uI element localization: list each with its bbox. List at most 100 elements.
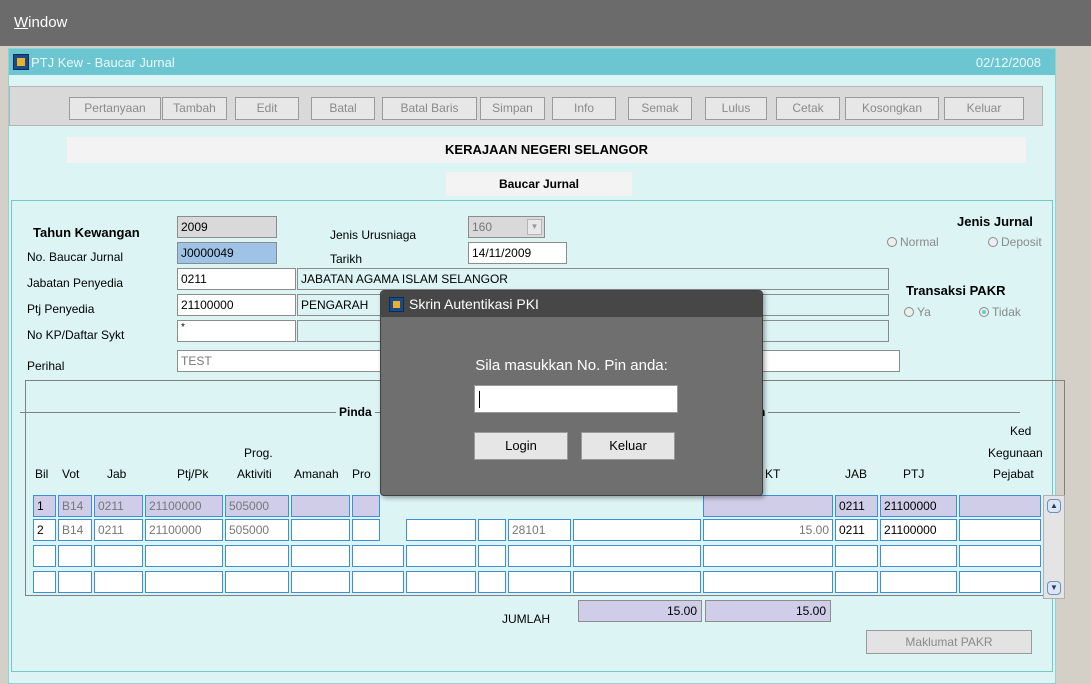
table-row-4-bil[interactable] [33, 571, 56, 593]
table-row-1-jab2[interactable]: 0211 [835, 495, 878, 517]
cetak-button[interactable]: Cetak [776, 97, 840, 120]
radio-deposit[interactable]: Deposit [988, 235, 1042, 249]
table-row-4-ptj2[interactable] [880, 571, 957, 593]
pertanyaan-button[interactable]: Pertanyaan [69, 97, 161, 120]
ptj-label: Ptj Penyedia [27, 302, 95, 316]
table-row-4-jab[interactable] [94, 571, 143, 593]
table-row-4-prog[interactable] [225, 571, 289, 593]
radio-tidak[interactable]: Tidak [979, 305, 1021, 319]
table-row-3-kod[interactable] [508, 545, 571, 567]
table-row-1-amount[interactable] [703, 495, 833, 517]
window-titlebar: PTJ Kew - Baucar Jurnal 02/12/2008 [9, 49, 1055, 75]
dialog-message: Sila masukkan No. Pin anda: [475, 357, 668, 374]
scroll-down-icon[interactable]: ▼ [1047, 581, 1061, 595]
table-row-4-vot[interactable] [58, 571, 92, 593]
grid-scrollbar[interactable]: ▲ ▼ [1043, 495, 1065, 599]
table-row-4-jab2[interactable] [835, 571, 878, 593]
table-row-4-kod[interactable] [508, 571, 571, 593]
edit-button[interactable]: Edit [235, 97, 299, 120]
radio-normal[interactable]: Normal [887, 235, 939, 249]
jumlah-label: JUMLAH [502, 612, 551, 626]
table-row-4-c11[interactable] [573, 571, 701, 593]
table-row-2-pro[interactable] [352, 519, 380, 541]
col-prog-1: Prog. [244, 446, 273, 460]
table-row-3-amount[interactable] [703, 545, 833, 567]
form-banner: Baucar Jurnal [446, 172, 632, 196]
chevron-down-icon[interactable]: ▼ [527, 219, 542, 235]
radio-icon [988, 237, 998, 247]
table-row-3-prog[interactable] [225, 545, 289, 567]
radio-ya[interactable]: Ya [904, 305, 931, 319]
login-button[interactable]: Login [474, 432, 568, 460]
table-row-4-c9[interactable] [478, 571, 506, 593]
pin-input[interactable] [474, 385, 678, 413]
table-row-4-c8[interactable] [406, 571, 476, 593]
batal-button[interactable]: Batal [311, 97, 375, 120]
table-row-4-ptj[interactable] [145, 571, 223, 593]
tambah-button[interactable]: Tambah [162, 97, 227, 120]
table-row-2-jab[interactable]: 0211 [94, 519, 143, 541]
kp-field[interactable]: * [177, 320, 296, 342]
table-row-3-bil[interactable] [33, 545, 56, 567]
table-row-1-ptj[interactable]: 21100000 [145, 495, 223, 517]
menu-window[interactable]: Window [14, 14, 67, 31]
scroll-up-icon[interactable]: ▲ [1047, 499, 1061, 513]
table-row-1-amanah[interactable] [291, 495, 350, 517]
batal-baris-button[interactable]: Batal Baris [382, 97, 477, 120]
table-row-1-prog[interactable]: 505000 [225, 495, 289, 517]
table-row-3-ptj2[interactable] [880, 545, 957, 567]
table-row-3-c9[interactable] [478, 545, 506, 567]
table-row-1-ptj2[interactable]: 21100000 [880, 495, 957, 517]
tarikh-field[interactable]: 14/11/2009 [468, 242, 567, 264]
table-row-1-jab[interactable]: 0211 [94, 495, 143, 517]
table-row-2-bil[interactable]: 2 [33, 519, 56, 541]
table-row-1-vot[interactable]: B14 [58, 495, 92, 517]
dialog-keluar-button[interactable]: Keluar [581, 432, 675, 460]
table-row-2-ptj[interactable]: 21100000 [145, 519, 223, 541]
table-row-2-prog[interactable]: 505000 [225, 519, 289, 541]
semak-button[interactable]: Semak [628, 97, 692, 120]
table-row-3-jab[interactable] [94, 545, 143, 567]
table-row-3-vot[interactable] [58, 545, 92, 567]
table-row-1-bil[interactable]: 1 [33, 495, 56, 517]
table-row-4-ked[interactable] [959, 571, 1041, 593]
table-row-2-ked[interactable] [959, 519, 1041, 541]
jabatan-kod-field[interactable]: 0211 [177, 268, 296, 290]
table-row-3-c8[interactable] [406, 545, 476, 567]
ptj-kod-field[interactable]: 21100000 [177, 294, 296, 316]
kosongkan-button[interactable]: Kosongkan [845, 97, 939, 120]
table-row-1-ked[interactable] [959, 495, 1041, 517]
no-baucar-field[interactable]: J0000049 [177, 242, 277, 264]
table-row-3-ptj[interactable] [145, 545, 223, 567]
table-row-3-ked[interactable] [959, 545, 1041, 567]
table-row-3-jab2[interactable] [835, 545, 878, 567]
radio-icon [887, 237, 897, 247]
table-row-2-jab2[interactable]: 0211 [835, 519, 878, 541]
col-kt: KT [765, 467, 781, 481]
table-row-3-c11[interactable] [573, 545, 701, 567]
table-row-4-amount[interactable] [703, 571, 833, 593]
col-jab2: JAB [845, 467, 868, 481]
maklumat-pakr-button[interactable]: Maklumat PAKR [866, 630, 1032, 654]
table-row-2-c9[interactable] [478, 519, 506, 541]
table-row-2-c11[interactable] [573, 519, 701, 541]
table-row-3-amanah[interactable] [291, 545, 350, 567]
table-row-4-pro[interactable] [352, 571, 404, 593]
tarikh-label: Tarikh [330, 252, 363, 266]
lulus-button[interactable]: Lulus [705, 97, 767, 120]
jenis-urusniaga-select[interactable]: 160 ▼ [468, 216, 545, 238]
table-row-4-amanah[interactable] [291, 571, 350, 593]
table-row-2-kod[interactable]: 28101 [508, 519, 571, 541]
table-row-2-vot[interactable]: B14 [58, 519, 92, 541]
table-row-2-ptj2[interactable]: 21100000 [880, 519, 957, 541]
simpan-button[interactable]: Simpan [480, 97, 545, 120]
keluar-button[interactable]: Keluar [944, 97, 1024, 120]
tahun-field[interactable]: 2009 [177, 216, 277, 238]
dialog-titlebar: Skrin Autentikasi PKI [381, 291, 762, 317]
table-row-3-pro[interactable] [352, 545, 404, 567]
table-row-2-amount[interactable]: 15.00 [703, 519, 833, 541]
table-row-2-amanah[interactable] [291, 519, 350, 541]
table-row-2-c8[interactable] [406, 519, 476, 541]
table-row-1-pro[interactable] [352, 495, 380, 517]
info-button[interactable]: Info [552, 97, 616, 120]
